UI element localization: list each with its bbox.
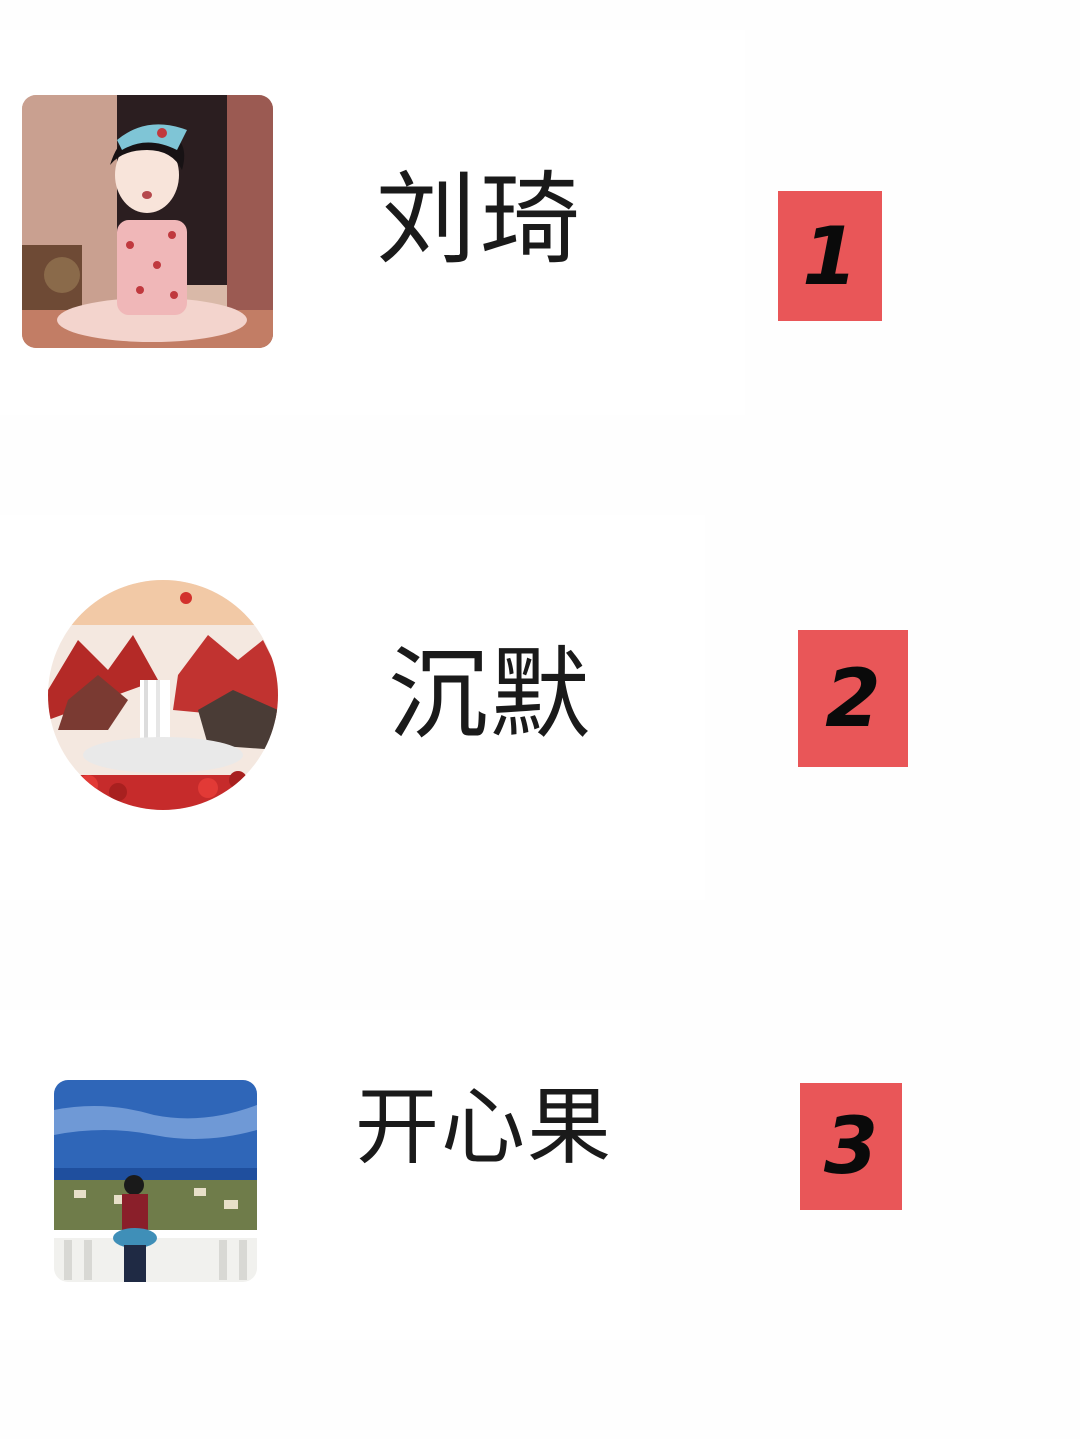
user-name: 开心果 [355,1078,614,1176]
rank-badge: 3 [800,1083,902,1210]
balcony-scenery-avatar-icon[interactable] [54,1080,257,1282]
user-name: 刘琦 [376,161,584,278]
landscape-painting-avatar-icon[interactable] [48,580,278,810]
rank-badge: 1 [778,191,882,321]
cartoon-girl-avatar-icon[interactable] [22,95,273,348]
user-name: 沉默 [388,636,592,753]
rank-badge: 2 [798,630,908,767]
